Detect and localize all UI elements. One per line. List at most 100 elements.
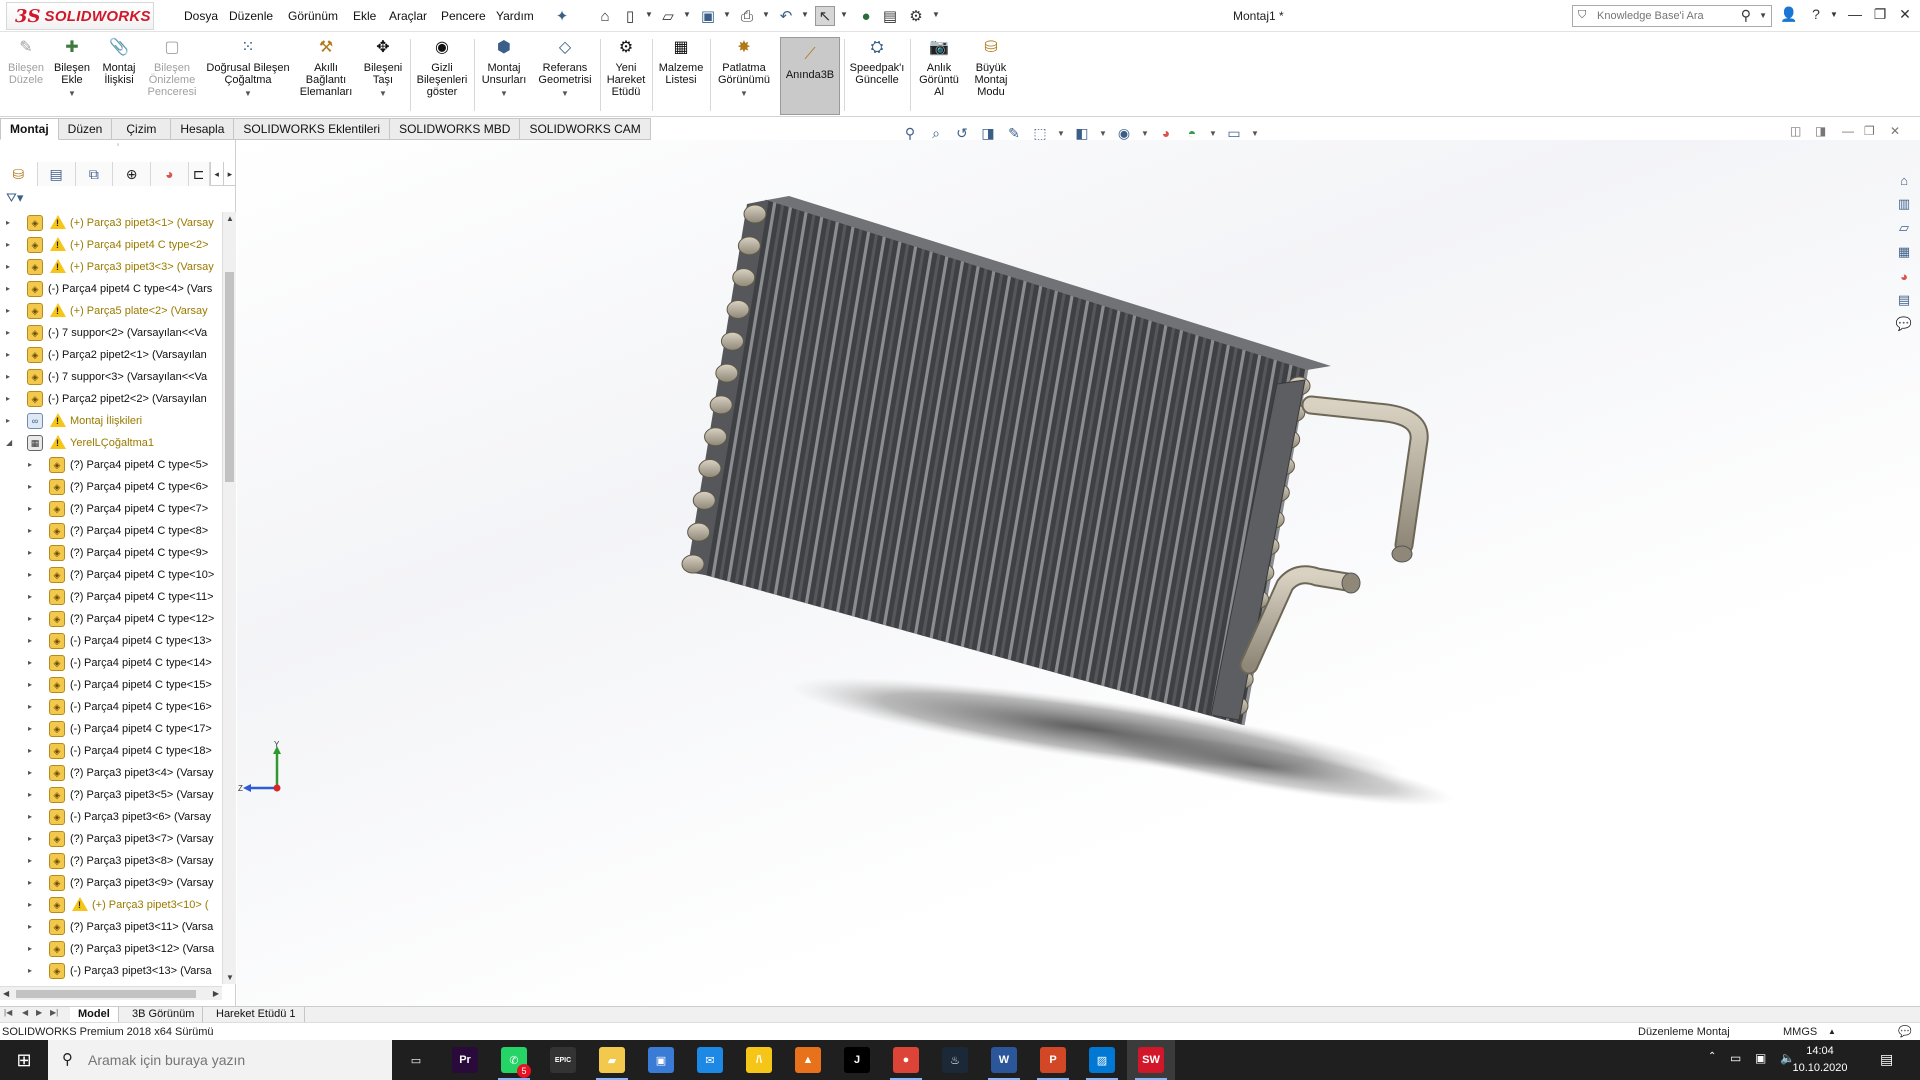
file-properties-icon[interactable]: ▤: [880, 6, 900, 26]
expand-arrow-icon[interactable]: ▸: [28, 960, 32, 982]
referans-geometrisi-button[interactable]: ◇ Referans Geometrisi ▼: [534, 37, 596, 115]
scroll-down-icon[interactable]: ▼: [226, 973, 234, 982]
propertymanager-tab-icon[interactable]: ▤: [37, 162, 76, 186]
menu-ekle[interactable]: Ekle: [353, 9, 376, 23]
tooltip-icon[interactable]: 💬: [1898, 1023, 1912, 1041]
montaj-unsurlari-dropdown-icon[interactable]: ▼: [500, 88, 508, 100]
print-icon[interactable]: ⎙: [737, 6, 757, 26]
notifications-icon[interactable]: ▤: [1880, 1051, 1893, 1068]
expand-arrow-icon[interactable]: ▸: [6, 366, 10, 388]
expand-arrow-icon[interactable]: ▸: [28, 784, 32, 806]
tab-hesapla[interactable]: Hesapla: [171, 118, 235, 140]
menu-araclar[interactable]: Araçlar: [389, 9, 427, 23]
expand-arrow-icon[interactable]: ▸: [28, 476, 32, 498]
tab-model[interactable]: Model: [70, 1007, 119, 1022]
malzeme-listesi-button[interactable]: ▦ Malzeme Listesi: [656, 37, 706, 115]
graphics-area[interactable]: Y Z: [237, 140, 1920, 1006]
tree-item[interactable]: ▸ ◈ (?) Parça3 pipet3<8> (Varsay: [0, 850, 222, 872]
options-gear-icon[interactable]: ⚙: [906, 6, 926, 26]
expand-arrow-icon[interactable]: ▸: [28, 872, 32, 894]
tab-duzen[interactable]: Düzen: [58, 118, 113, 140]
expand-arrow-icon[interactable]: ▸: [28, 498, 32, 520]
expand-arrow-icon[interactable]: ▸: [28, 630, 32, 652]
expand-arrow-icon[interactable]: ▸: [28, 520, 32, 542]
tree-item[interactable]: ▸ ◈ (-) Parça3 pipet3<6> (Varsay: [0, 806, 222, 828]
solidworks-logo[interactable]: 3S SOLIDWORKS: [6, 2, 154, 30]
doc-restore-icon[interactable]: ❐: [1864, 124, 1875, 138]
tree-item[interactable]: ◢ ▦ YerelLÇoğaltma1: [0, 432, 222, 454]
options-dropdown-icon[interactable]: ▼: [932, 10, 940, 19]
expand-arrow-icon[interactable]: ▸: [28, 762, 32, 784]
taskbar-clock[interactable]: 14:04 10.10.2020: [1790, 1043, 1850, 1077]
home-icon[interactable]: ⌂: [595, 6, 615, 26]
tree-item[interactable]: ▸ ◈ (?) Parça4 pipet4 C type<7>: [0, 498, 222, 520]
menu-gorunum[interactable]: Görünüm: [288, 9, 338, 23]
tree-item[interactable]: ▸ ◈ (-) Parça4 pipet4 C type<14>: [0, 652, 222, 674]
tree-item[interactable]: ▸ ◈ (?) Parça3 pipet3<7> (Varsay: [0, 828, 222, 850]
taskbar-app-file-explorer[interactable]: ▰: [588, 1040, 636, 1080]
expand-arrow-icon[interactable]: ▸: [28, 916, 32, 938]
tree-item[interactable]: ▸ ◈ (+) Parça3 pipet3<1> (Varsay: [0, 212, 222, 234]
expand-arrow-icon[interactable]: ▸: [28, 938, 32, 960]
taskbar-app-solidworks[interactable]: SW: [1127, 1040, 1175, 1080]
aninda3b-button[interactable]: ⟋ Anında3B: [780, 37, 840, 115]
units-selector[interactable]: MMGS: [1783, 1023, 1817, 1041]
more-tabs-icon[interactable]: ⊏: [188, 162, 210, 186]
tree-item[interactable]: ▸ ◈ (+) Parça4 pipet4 C type<2>: [0, 234, 222, 256]
tree-vertical-scrollbar[interactable]: ▲ ▼: [222, 212, 236, 984]
tree-horizontal-scrollbar[interactable]: ◀ ▶: [0, 986, 222, 1000]
doc-collapse-icon[interactable]: ◨: [1815, 124, 1826, 138]
patlatma-dropdown-icon[interactable]: ▼: [740, 88, 748, 100]
taskbar-app-epic-games[interactable]: EPIC: [539, 1040, 587, 1080]
select-dropdown-icon[interactable]: ▼: [840, 10, 848, 19]
expand-arrow-icon[interactable]: ▸: [28, 564, 32, 586]
menu-yardim[interactable]: Yardım: [496, 9, 534, 23]
tab-hareket-etudu[interactable]: Hareket Etüdü 1: [208, 1007, 305, 1022]
minimize-icon[interactable]: —: [1845, 6, 1865, 22]
vertical-scroll-thumb[interactable]: [225, 272, 234, 482]
expand-arrow-icon[interactable]: ▸: [28, 608, 32, 630]
taskbar-search-input[interactable]: [88, 1050, 378, 1070]
close-icon[interactable]: ✕: [1895, 6, 1915, 23]
save-icon[interactable]: ▣: [698, 6, 718, 26]
expand-arrow-icon[interactable]: ▸: [6, 278, 10, 300]
expand-arrow-icon[interactable]: ▸: [6, 234, 10, 256]
expand-arrow-icon[interactable]: ▸: [6, 322, 10, 344]
tab-cizim[interactable]: Çizim: [112, 118, 172, 140]
search-dropdown-icon[interactable]: ▼: [1759, 11, 1767, 20]
tree-item[interactable]: ▸ ◈ (-) Parça2 pipet2<2> (Varsayılan: [0, 388, 222, 410]
view-palette-icon[interactable]: ▦: [1893, 242, 1915, 262]
collapse-arrow-icon[interactable]: ◢: [6, 432, 12, 454]
tree-item[interactable]: ▸ ◈ (+) Parça3 pipet3<3> (Varsay: [0, 256, 222, 278]
expand-arrow-icon[interactable]: ▸: [28, 542, 32, 564]
tree-item[interactable]: ▸ ◈ (+) Parça5 plate<2> (Varsay: [0, 300, 222, 322]
help-dropdown-icon[interactable]: ▼: [1824, 10, 1844, 19]
tree-item[interactable]: ▸ ◈ (-) 7 suppor<2> (Varsayılan<<Va: [0, 322, 222, 344]
tree-item[interactable]: ▸ ◈ (-) Parça2 pipet2<1> (Varsayılan: [0, 344, 222, 366]
tree-item[interactable]: ▸ ◈ (?) Parça4 pipet4 C type<6>: [0, 476, 222, 498]
featuremanager-tab-icon[interactable]: ⛁: [0, 162, 38, 186]
expand-arrow-icon[interactable]: ▸: [6, 300, 10, 322]
tree-item[interactable]: ▸ ◈ (?) Parça3 pipet3<5> (Varsay: [0, 784, 222, 806]
montaj-unsurlari-button[interactable]: ⬢ Montaj Unsurları ▼: [478, 37, 530, 115]
forum-icon[interactable]: 💬: [1893, 314, 1915, 334]
scroll-up-icon[interactable]: ▲: [226, 214, 234, 223]
taskbar-app-jetbrains[interactable]: J: [833, 1040, 881, 1080]
tree-item[interactable]: ▸ ◈ (-) Parça4 pipet4 C type<17>: [0, 718, 222, 740]
expand-arrow-icon[interactable]: ▸: [28, 674, 32, 696]
tree-item[interactable]: ▸ ◈ (?) Parça4 pipet4 C type<5>: [0, 454, 222, 476]
tree-item[interactable]: ▸ ◈ (?) Parça4 pipet4 C type<11>: [0, 586, 222, 608]
tree-item[interactable]: ▸ ◈ (?) Parça3 pipet3<9> (Varsay: [0, 872, 222, 894]
tab-3b-gorunum[interactable]: 3B Görünüm: [124, 1007, 204, 1022]
taskbar-app-steam[interactable]: ♨: [931, 1040, 979, 1080]
file-explorer-icon[interactable]: ▱: [1893, 218, 1915, 238]
tree-item[interactable]: ▸ ◈ (-) Parça4 pipet4 C type<16>: [0, 696, 222, 718]
tree-item[interactable]: ▸ ◈ (?) Parça3 pipet3<12> (Varsa: [0, 938, 222, 960]
expand-arrow-icon[interactable]: ▸: [28, 586, 32, 608]
tabs-scroll-left-icon[interactable]: ◂: [209, 162, 223, 186]
open-icon[interactable]: ▱: [658, 6, 678, 26]
expand-arrow-icon[interactable]: ▸: [28, 696, 32, 718]
user-icon[interactable]: 👤: [1779, 6, 1799, 23]
scroll-left-icon[interactable]: ◀: [3, 989, 9, 998]
expand-arrow-icon[interactable]: ▸: [28, 718, 32, 740]
